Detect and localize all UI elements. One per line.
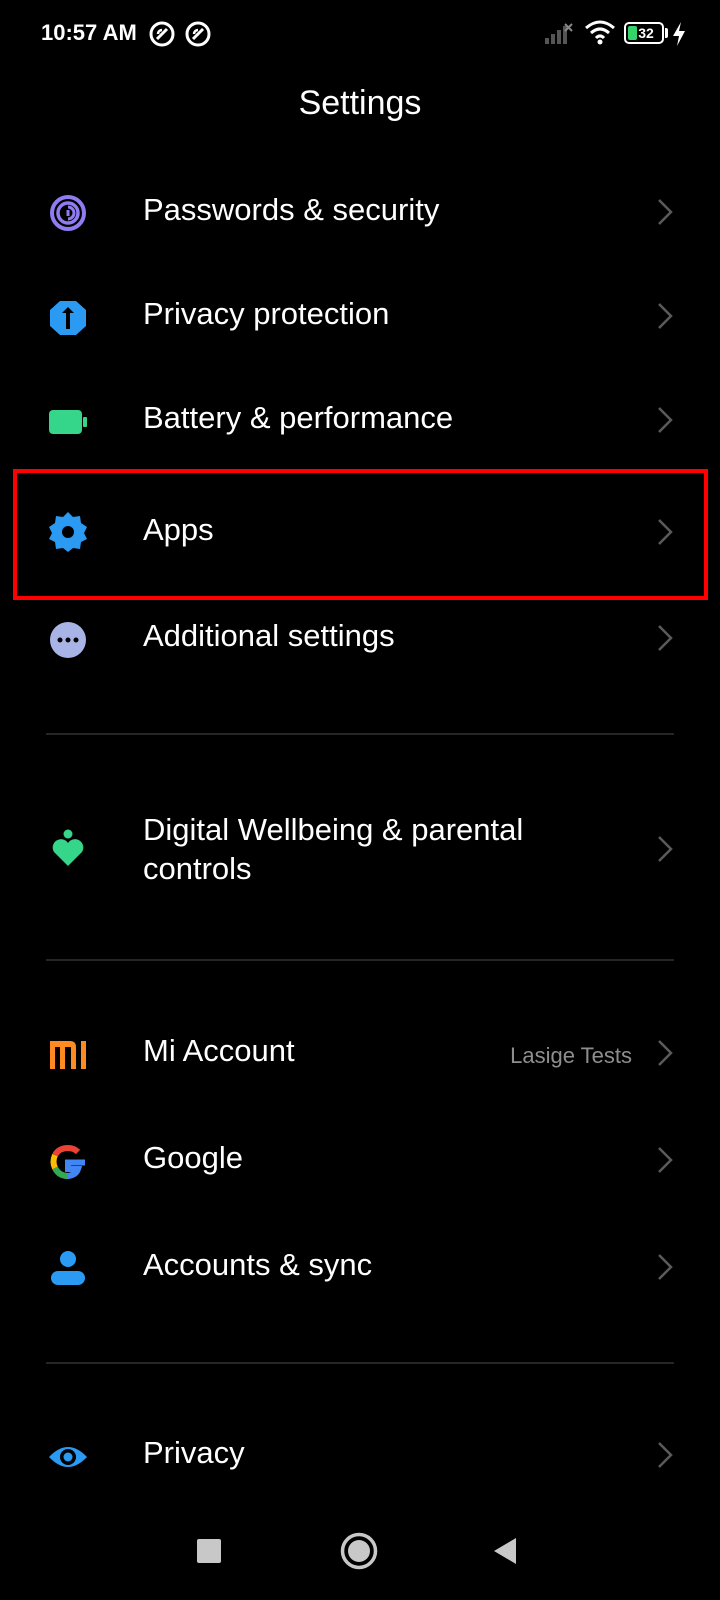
notification-icon bbox=[149, 21, 175, 47]
wifi-icon bbox=[585, 20, 615, 45]
settings-item-mi-account[interactable]: Mi Account Lasige Tests bbox=[0, 1003, 720, 1107]
battery-indicator: 32 bbox=[624, 22, 664, 44]
eye-icon bbox=[49, 1447, 87, 1467]
divider bbox=[46, 959, 674, 961]
shield-icon bbox=[50, 301, 86, 335]
status-bar: 10:57 AM 32 bbox=[0, 0, 720, 70]
person-icon bbox=[51, 1251, 85, 1285]
settings-item-passwords-security[interactable]: Passwords & security bbox=[0, 162, 720, 266]
chevron-right-icon bbox=[658, 836, 673, 862]
chevron-right-icon bbox=[658, 1040, 673, 1066]
settings-item-privacy[interactable]: Privacy bbox=[0, 1405, 720, 1509]
recents-square-icon[interactable] bbox=[196, 1538, 222, 1564]
chevron-right-icon bbox=[658, 1147, 673, 1173]
settings-item-label: Accounts & sync bbox=[143, 1247, 373, 1282]
chevron-right-icon bbox=[658, 1442, 673, 1468]
settings-item-google[interactable]: Google bbox=[0, 1110, 720, 1214]
settings-item-accounts-sync[interactable]: Accounts & sync bbox=[0, 1217, 720, 1321]
fingerprint-icon bbox=[50, 195, 86, 231]
mi-logo-icon bbox=[50, 1041, 86, 1069]
charging-bolt-icon bbox=[673, 22, 685, 46]
settings-item-label: Google bbox=[143, 1140, 243, 1175]
chevron-right-icon bbox=[658, 407, 673, 433]
chevron-right-icon bbox=[658, 303, 673, 329]
settings-item-label-line2: controls bbox=[143, 851, 252, 886]
wellbeing-heart-icon bbox=[52, 829, 84, 866]
battery-level: 32 bbox=[638, 25, 654, 41]
highlight-box bbox=[13, 469, 708, 600]
cellular-signal-icon bbox=[545, 23, 573, 44]
settings-item-label: Privacy bbox=[143, 1435, 245, 1470]
more-dots-icon bbox=[50, 622, 86, 658]
page-title: Settings bbox=[298, 84, 422, 122]
mi-account-name: Lasige Tests bbox=[510, 1043, 632, 1068]
settings-item-label: Additional settings bbox=[143, 618, 395, 653]
google-logo-icon bbox=[50, 1144, 85, 1180]
back-triangle-icon[interactable] bbox=[492, 1536, 518, 1566]
notification-icon bbox=[185, 21, 211, 47]
settings-item-label: Battery & performance bbox=[143, 400, 454, 435]
settings-item-label: Mi Account bbox=[143, 1033, 295, 1068]
divider bbox=[46, 1362, 674, 1364]
home-circle-icon[interactable] bbox=[340, 1532, 378, 1570]
settings-item-additional-settings[interactable]: Additional settings bbox=[0, 592, 720, 696]
settings-item-label: Passwords & security bbox=[143, 192, 440, 227]
settings-item-label-line1: Digital Wellbeing & parental bbox=[143, 812, 524, 847]
chevron-right-icon bbox=[658, 199, 673, 225]
battery-icon bbox=[49, 410, 87, 434]
chevron-right-icon bbox=[658, 1254, 673, 1280]
settings-item-label: Privacy protection bbox=[143, 296, 390, 331]
battery-tip bbox=[665, 28, 668, 38]
settings-item-battery-performance[interactable]: Battery & performance bbox=[0, 370, 720, 474]
settings-item-digital-wellbeing[interactable]: Digital Wellbeing & parental controls bbox=[0, 790, 720, 910]
settings-item-privacy-protection[interactable]: Privacy protection bbox=[0, 266, 720, 370]
chevron-right-icon bbox=[658, 625, 673, 651]
navigation-bar bbox=[0, 1510, 720, 1600]
status-time: 10:57 AM bbox=[41, 20, 137, 45]
divider bbox=[46, 733, 674, 735]
